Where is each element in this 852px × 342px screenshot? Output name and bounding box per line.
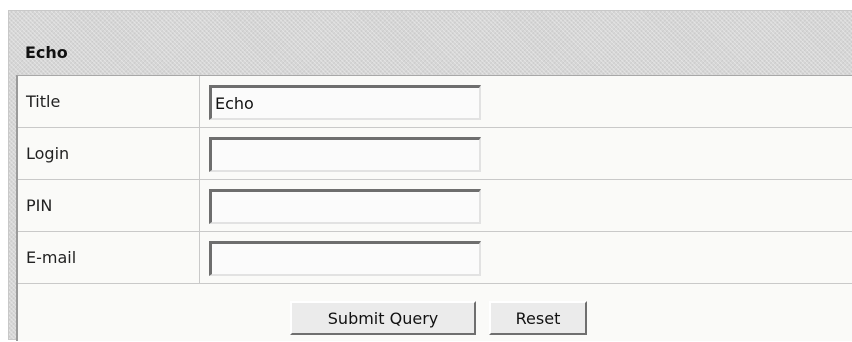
- form-row-pin: PIN: [18, 180, 852, 232]
- email-label: E-mail: [18, 232, 200, 283]
- form-row-login: Login: [18, 128, 852, 180]
- echo-form: Title Login PIN E-mail Submit Query: [16, 75, 852, 341]
- title-label: Title: [18, 76, 200, 127]
- title-cell: [201, 76, 852, 127]
- login-cell: [201, 128, 852, 179]
- echo-panel: Echo Title Login PIN E-mail: [8, 10, 852, 341]
- panel-header: Echo: [9, 11, 852, 75]
- login-label: Login: [18, 128, 200, 179]
- panel-title: Echo: [25, 43, 68, 62]
- email-input[interactable]: [209, 241, 481, 276]
- title-input[interactable]: [209, 85, 481, 120]
- form-actions: Submit Query Reset: [18, 293, 852, 342]
- login-input[interactable]: [209, 137, 481, 172]
- pin-input[interactable]: [209, 189, 481, 224]
- email-cell: [201, 232, 852, 283]
- pin-label: PIN: [18, 180, 200, 231]
- reset-button[interactable]: Reset: [489, 301, 587, 335]
- pin-cell: [201, 180, 852, 231]
- form-row-email: E-mail: [18, 232, 852, 284]
- form-row-title: Title: [18, 76, 852, 128]
- submit-query-button[interactable]: Submit Query: [290, 301, 476, 335]
